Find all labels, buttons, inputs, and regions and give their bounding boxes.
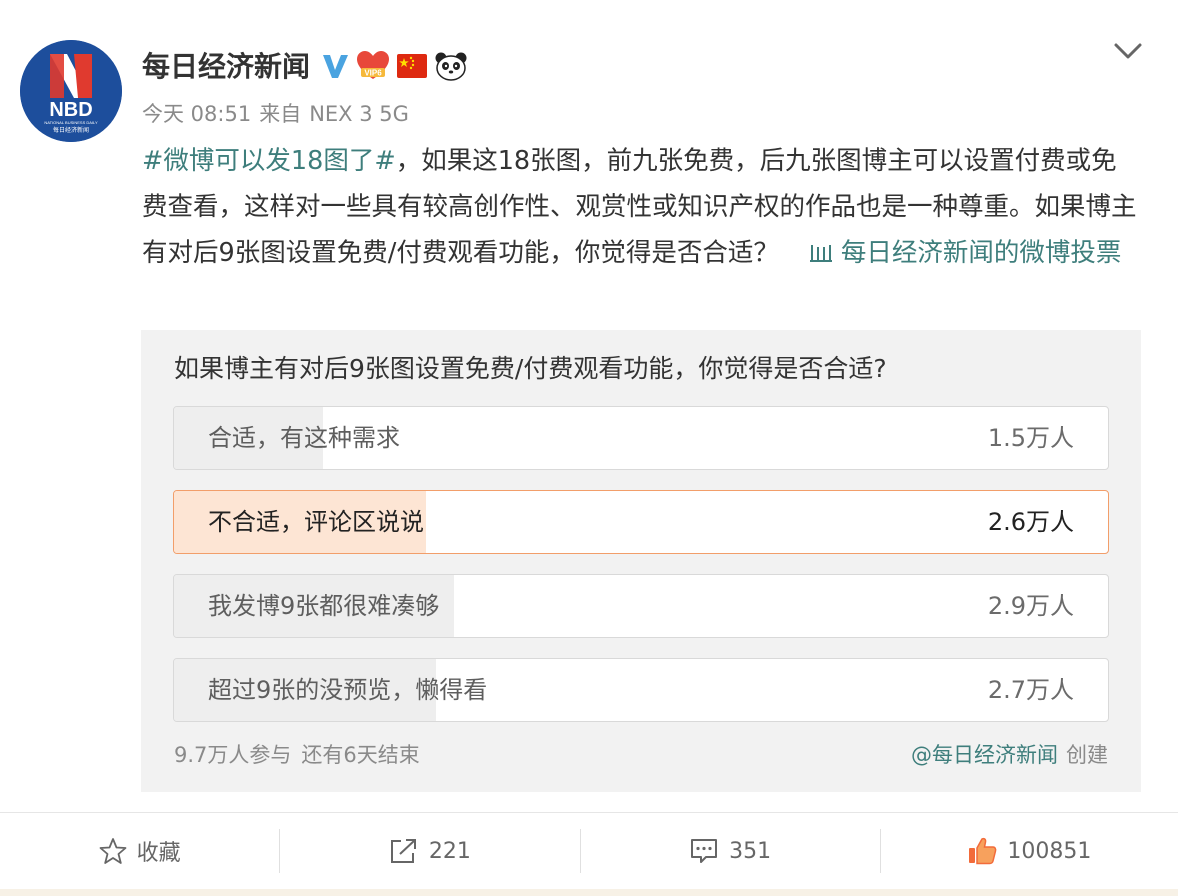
comment-icon [689, 837, 719, 865]
poll-creator-info: @每日经济新闻 创建 [911, 738, 1108, 772]
author-badges: VIP6 [320, 50, 468, 86]
poll-question: 如果博主有对后9张图设置免费/付费观看功能，你觉得是否合适? [174, 354, 887, 383]
poll-option-count: 2.7万人 [987, 676, 1074, 704]
poll-option-count: 1.5万人 [987, 424, 1074, 452]
verified-v-icon [320, 51, 350, 85]
poll-created-label: 创建 [1066, 743, 1108, 767]
share-icon [389, 837, 419, 865]
comment-button[interactable]: 351 [581, 813, 880, 889]
poll-option-label: 我发博9张都很难凑够 [208, 592, 440, 620]
poll-option-label: 不合适，评论区说说 [208, 508, 424, 536]
author-name[interactable]: 每日经济新闻 [142, 46, 310, 88]
topic-hashtag-link[interactable]: #微博可以发18图了# [142, 146, 396, 176]
panda-badge [434, 51, 468, 85]
vip6-heart-badge[interactable]: VIP6 [356, 51, 390, 85]
post-body: #微博可以发18图了#，如果这18张图，前九张免费，后九张图博主可以设置付费或免… [142, 138, 1142, 276]
poll-option-count: 2.9万人 [987, 592, 1074, 620]
post-source[interactable]: NEX 3 5G [309, 102, 409, 126]
poll-creator-link[interactable]: @每日经济新闻 [911, 743, 1058, 767]
star-icon [99, 837, 127, 865]
poll-icon [809, 232, 833, 262]
post-meta: 今天 08:51 来自 NEX 3 5G [142, 98, 417, 130]
poll-option[interactable]: 合适，有这种需求 1.5万人 [173, 406, 1109, 470]
post-time: 今天 08:51 [142, 102, 252, 126]
poll-option-count: 2.6万人 [987, 508, 1074, 536]
poll-option[interactable]: 我发博9张都很难凑够 2.9万人 [173, 574, 1109, 638]
poll-option[interactable]: 不合适，评论区说说 2.6万人 [173, 490, 1109, 554]
poll-link[interactable]: 每日经济新闻的微博投票 [809, 238, 1122, 268]
action-bar: 收藏 221 351 100851 [0, 813, 1178, 889]
favorite-button[interactable]: 收藏 [0, 813, 279, 889]
repost-button[interactable]: 221 [280, 813, 579, 889]
vip-badge-text: VIP6 [364, 69, 382, 78]
thumbs-up-icon [967, 836, 997, 866]
chevron-down-icon[interactable] [1112, 38, 1144, 64]
comment-count: 351 [729, 838, 772, 864]
poll-option[interactable]: 超过9张的没预览，懒得看 2.7万人 [173, 658, 1109, 722]
bottom-band [0, 889, 1178, 896]
like-button[interactable]: 100851 [881, 813, 1178, 889]
like-count: 100851 [1007, 838, 1092, 864]
repost-count: 221 [428, 838, 471, 864]
poll-stats: 9.7万人参与 还有6天结束 [174, 738, 430, 772]
poll-card: 如果博主有对后9张图设置免费/付费观看功能，你觉得是否合适? 合适，有这种需求 … [141, 330, 1141, 792]
favorite-label: 收藏 [136, 841, 181, 866]
poll-link-text[interactable]: 每日经济新闻的微博投票 [841, 238, 1122, 268]
source-prefix: 来自 [259, 102, 302, 126]
poll-remaining: 还有6天结束 [301, 743, 420, 767]
avatar-logo-text: NBD [49, 99, 92, 121]
china-flag-badge [396, 51, 428, 85]
poll-option-label: 超过9张的没预览，懒得看 [208, 676, 488, 704]
avatar-subtext: 每日经济新闻 [53, 126, 89, 134]
poll-option-label: 合适，有这种需求 [208, 424, 400, 452]
poll-participants: 9.7万人参与 [174, 743, 292, 767]
author-avatar[interactable]: NBD NATIONAL BUSINESS DAILY 每日经济新闻 [20, 40, 122, 142]
avatar-tagline: NATIONAL BUSINESS DAILY [44, 120, 98, 125]
